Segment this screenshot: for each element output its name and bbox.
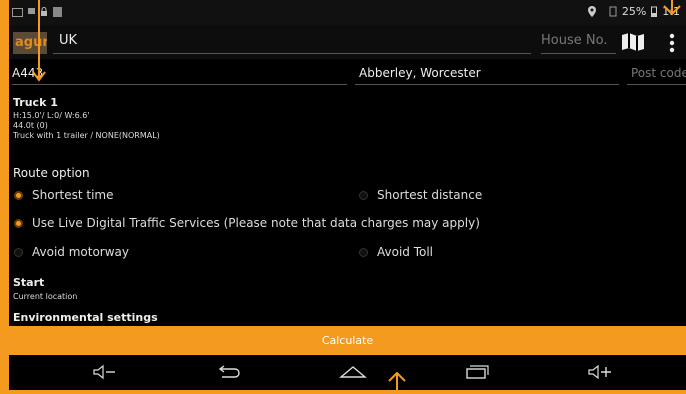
gallery-icon	[12, 8, 23, 17]
option-shortest-time[interactable]: Shortest time	[14, 188, 113, 202]
annotation-arrow-icon	[386, 371, 408, 394]
radio-unselected-icon	[359, 247, 368, 257]
notification-icon	[53, 7, 62, 17]
town-value: Abberley, Worcester	[359, 66, 481, 80]
option-label: Avoid motorway	[32, 245, 129, 259]
recent-apps-icon[interactable]	[464, 364, 490, 384]
option-live-traffic[interactable]: Use Live Digital Traffic Services (Pleas…	[14, 216, 480, 230]
menu-icon[interactable]	[669, 33, 675, 57]
street-field[interactable]: A443	[12, 66, 347, 85]
start-heading: Start	[13, 276, 45, 289]
option-avoid-motorway[interactable]: Avoid motorway	[14, 245, 129, 259]
vehicle-dimensions: H:15.0'/ L:0/ W:6.6'	[13, 111, 90, 120]
option-label: Use Live Digital Traffic Services (Pleas…	[32, 216, 480, 230]
radio-unselected-icon	[14, 247, 23, 257]
postcode-field[interactable]	[627, 66, 686, 85]
vehicle-name: Truck 1	[13, 96, 58, 109]
battery-percent: 25%	[621, 5, 647, 18]
home-icon[interactable]	[339, 364, 367, 384]
location-icon	[587, 6, 596, 17]
calculate-button[interactable]: Calculate	[9, 326, 686, 355]
volume-down-icon[interactable]	[92, 364, 118, 384]
map-icon[interactable]	[620, 31, 646, 57]
route-option-heading: Route option	[13, 166, 90, 180]
country-value: UK	[59, 33, 78, 48]
option-label: Avoid Toll	[377, 245, 434, 259]
house-number-input[interactable]	[541, 33, 616, 48]
annotation-arrow-icon	[31, 0, 47, 88]
back-icon[interactable]	[216, 364, 242, 384]
address-row: A443 Abberley, Worcester	[9, 60, 686, 88]
navigation-bar	[9, 355, 686, 390]
search-bar: aguri UK	[9, 25, 686, 59]
option-label: Shortest time	[32, 188, 114, 202]
town-field[interactable]: Abberley, Worcester	[355, 66, 619, 85]
vehicle-trailer: Truck with 1 trailer / NONE(NORMAL)	[13, 131, 160, 140]
option-avoid-toll[interactable]: Avoid Toll	[359, 245, 433, 259]
vehicle-weight: 44.0t (0)	[13, 121, 48, 130]
option-shortest-distance[interactable]: Shortest distance	[359, 188, 482, 202]
option-label: Shortest distance	[377, 188, 483, 202]
house-number-field[interactable]	[541, 33, 616, 54]
postcode-input[interactable]	[627, 66, 686, 80]
battery-icon	[651, 6, 658, 17]
radio-selected-icon	[14, 218, 23, 228]
radio-selected-icon	[14, 190, 23, 200]
radio-unselected-icon	[359, 190, 368, 200]
environmental-settings-heading[interactable]: Environmental settings	[13, 311, 158, 324]
volume-up-icon[interactable]	[587, 364, 615, 384]
status-bar: 25% 1:1	[9, 0, 686, 25]
sim-icon	[609, 6, 617, 17]
app-screen: 25% 1:1 aguri UK A443 Abberley, Worceste…	[9, 0, 686, 390]
start-value: Current location	[13, 292, 78, 301]
annotation-arrow-icon	[660, 0, 684, 20]
country-field[interactable]: UK	[53, 33, 531, 54]
